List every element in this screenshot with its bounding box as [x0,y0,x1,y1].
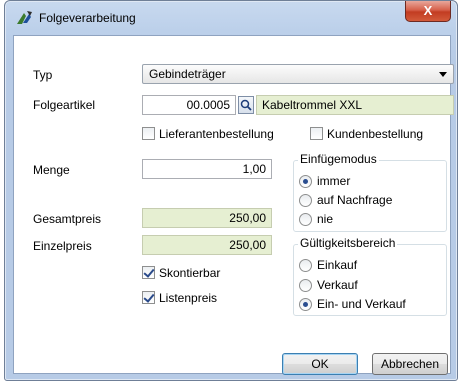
close-button[interactable]: X [405,1,451,22]
radio-auf-nachfrage-label: auf Nachfrage [317,193,393,207]
radio-ein-und-verkauf[interactable] [299,298,312,311]
menge-input[interactable]: 1,00 [142,159,272,179]
radio-verkauf-label: Verkauf [317,278,358,292]
einzelpreis-field: 250,00 [142,235,272,255]
menge-label: Menge [33,163,70,177]
title-bar[interactable]: Folgeverarbeitung X [5,1,457,35]
app-arrow-icon [17,11,32,24]
chevron-down-icon [439,72,447,77]
lookup-button[interactable] [238,96,254,114]
cancel-button[interactable]: Abbrechen [372,353,448,375]
kundenbestellung-label: Kundenbestellung [327,127,424,141]
dialog-window: Folgeverarbeitung X Typ Gebindeträger Fo… [4,0,458,381]
ok-button[interactable]: OK [282,353,358,375]
gesamtpreis-label: Gesamtpreis [33,212,102,226]
radio-ein-und-verkauf-label: Ein- und Verkauf [317,297,406,311]
radio-immer-label: immer [317,174,351,188]
radio-einkauf-label: Einkauf [317,258,358,272]
radio-einkauf[interactable] [299,259,312,272]
radio-auf-nachfrage[interactable] [299,194,312,207]
window-title: Folgeverarbeitung [39,11,136,25]
lieferantenbestellung-label: Lieferantenbestellung [159,127,274,141]
radio-nie-label: nie [317,212,334,226]
listenpreis-label: Listenpreis [159,291,218,305]
skontierbar-checkbox[interactable] [142,266,155,279]
listenpreis-checkbox[interactable] [142,291,155,304]
einzelpreis-label: Einzelpreis [33,239,92,253]
folgeartikel-label: Folgeartikel [33,98,96,112]
folgeartikel-number-input[interactable]: 00.0005 [142,95,236,115]
lieferantenbestellung-checkbox[interactable] [142,127,155,140]
radio-immer[interactable] [299,175,312,188]
dialog-content: Typ Gebindeträger Folgeartikel 00.0005 K… [13,35,454,375]
typ-select[interactable]: Gebindeträger [142,64,454,84]
typ-label: Typ [33,68,53,82]
gueltigkeitsbereich-title: Gültigkeitsbereich [298,236,398,250]
radio-verkauf[interactable] [299,279,312,292]
folgeartikel-name-field: Kabeltrommel XXL [256,95,454,115]
search-icon [240,99,252,111]
gesamtpreis-field: 250,00 [142,208,272,228]
skontierbar-label: Skontierbar [159,266,221,280]
typ-select-value: Gebindeträger [149,67,226,81]
kundenbestellung-checkbox[interactable] [310,127,323,140]
radio-nie[interactable] [299,213,312,226]
einfuegemodus-title: Einfügemodus [298,152,379,166]
